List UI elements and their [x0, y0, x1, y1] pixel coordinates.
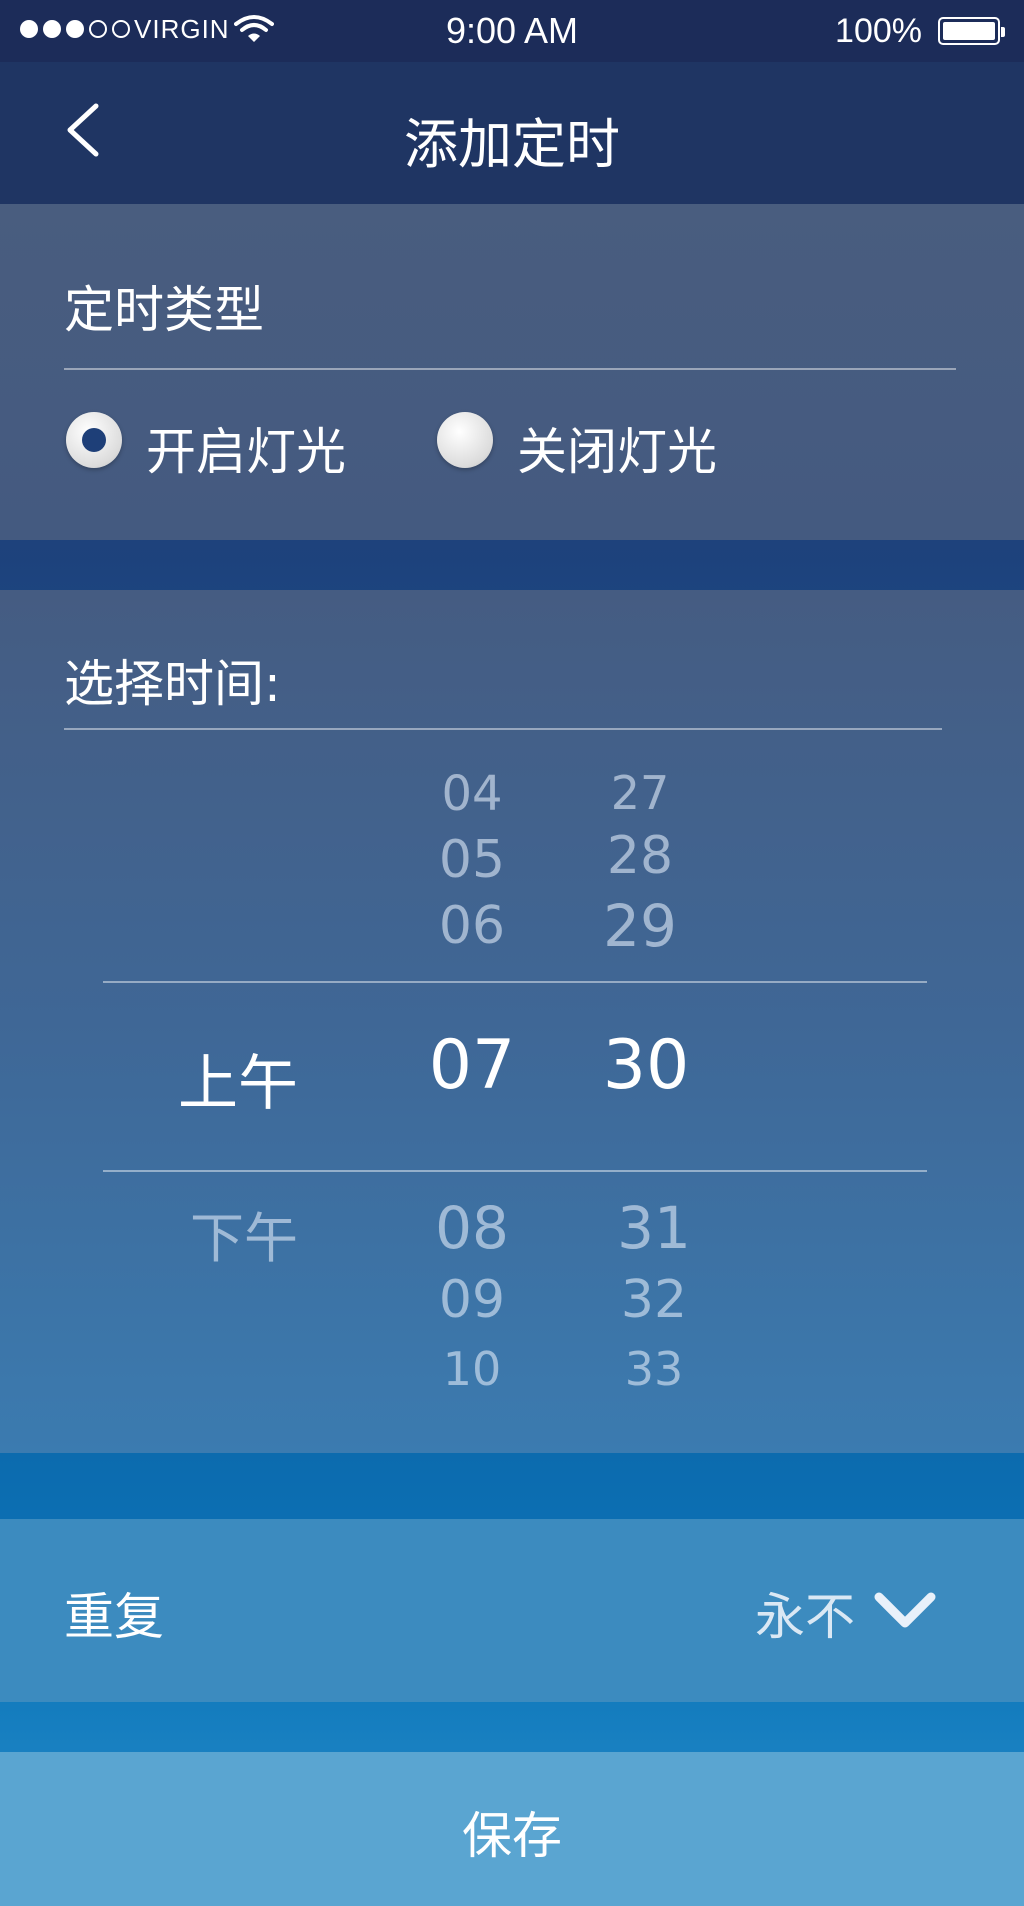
radio-option-on-label: 开启灯光 [146, 423, 346, 481]
time-picker-label: 选择时间: [64, 655, 281, 713]
repeat-label: 重复 [64, 1588, 164, 1646]
hour-option[interactable]: 09 [392, 1270, 552, 1330]
save-button[interactable]: 保存 [0, 1752, 1024, 1906]
minute-selected[interactable]: 30 [566, 1026, 726, 1105]
radio-option-off[interactable]: 关闭灯光 [437, 412, 757, 482]
page-title: 添加定时 [404, 113, 620, 176]
divider [64, 728, 942, 730]
timer-type-label: 定时类型 [64, 281, 264, 339]
minute-option[interactable]: 32 [574, 1270, 734, 1330]
minute-option[interactable]: 28 [560, 826, 720, 886]
minute-option[interactable]: 29 [560, 892, 720, 960]
radio-option-on[interactable]: 开启灯光 [66, 412, 386, 482]
timer-type-section: 定时类型 开启灯光 关闭灯光 [0, 204, 1024, 540]
nav-bar: 添加定时 [0, 62, 1024, 204]
chevron-down-icon[interactable] [873, 1589, 937, 1633]
hour-option[interactable]: 04 [392, 766, 552, 822]
radio-selected-icon [66, 412, 122, 468]
save-button-label: 保存 [462, 1807, 562, 1865]
time-picker-section: 选择时间: 04 05 06 27 28 29 上午 07 30 下午 08 0… [0, 590, 1024, 1453]
hour-selected[interactable]: 07 [392, 1026, 552, 1105]
hour-option[interactable]: 05 [392, 830, 552, 890]
picker-selection-top-line [103, 981, 927, 983]
minute-option[interactable]: 33 [574, 1342, 734, 1396]
divider [64, 368, 956, 370]
battery-icon [938, 17, 1005, 45]
hour-option[interactable]: 10 [392, 1342, 552, 1396]
picker-selection-bottom-line [103, 1170, 927, 1172]
repeat-value[interactable]: 永不 [755, 1577, 855, 1649]
ampm-selected[interactable]: 上午 [158, 1035, 318, 1122]
minute-option[interactable]: 27 [560, 766, 720, 820]
repeat-row[interactable]: 重复 永不 [0, 1519, 1024, 1702]
ampm-option[interactable]: 下午 [164, 1194, 324, 1273]
hour-option[interactable]: 06 [392, 896, 552, 956]
radio-unselected-icon [437, 412, 493, 468]
battery-percentage: 100% [835, 12, 922, 50]
status-bar: VIRGIN 9:00 AM 100% [0, 0, 1024, 62]
hour-option[interactable]: 08 [392, 1194, 552, 1262]
radio-option-off-label: 关闭灯光 [517, 423, 717, 481]
minute-option[interactable]: 31 [574, 1194, 734, 1262]
